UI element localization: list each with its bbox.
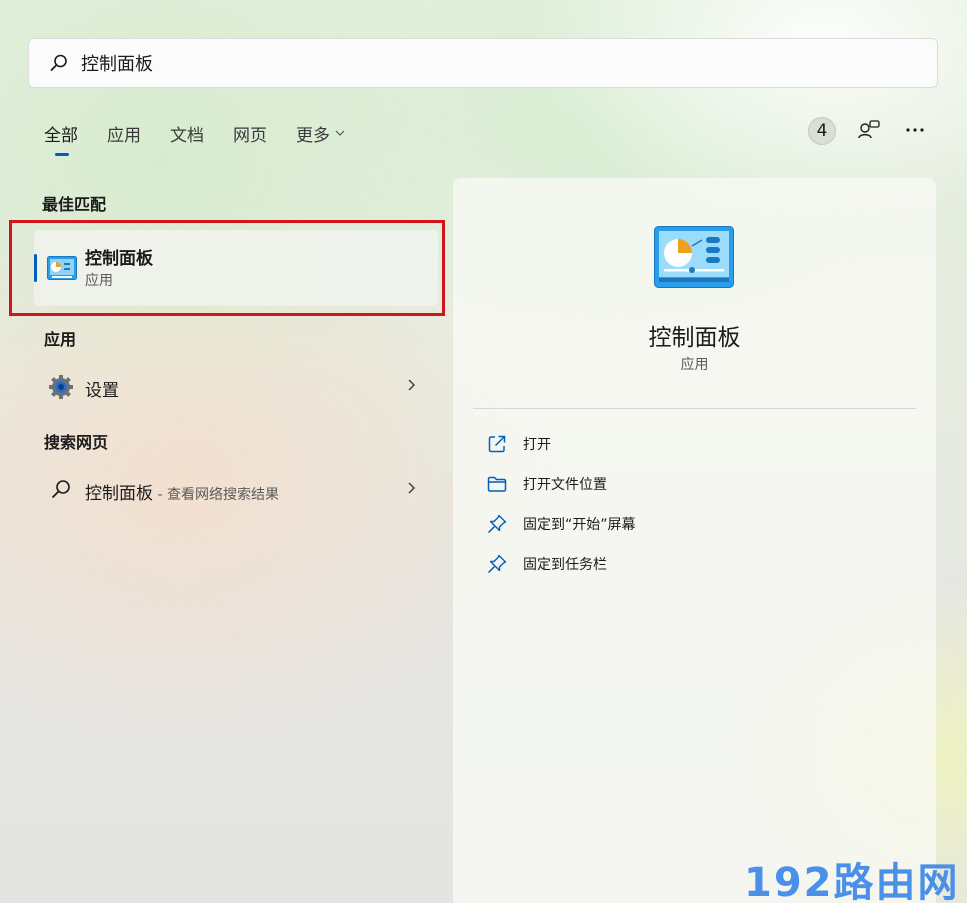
- open-file-location-action[interactable]: 打开文件位置: [486, 470, 607, 498]
- open-external-icon: [488, 435, 506, 453]
- best-match-heading: 最佳匹配: [42, 195, 107, 214]
- search-icon: [52, 480, 70, 498]
- chevron-right-icon: [408, 482, 416, 494]
- chevron-down-icon: [335, 130, 345, 136]
- web-search-query: 控制面板: [85, 484, 153, 504]
- pin-to-taskbar-label: 固定到任务栏: [523, 557, 607, 573]
- gear-icon: [49, 375, 73, 399]
- account-switch-icon[interactable]: [857, 118, 881, 142]
- pin-to-taskbar-action[interactable]: 固定到任务栏: [486, 550, 607, 578]
- best-match-result[interactable]: 控制面板 应用: [34, 230, 438, 306]
- best-match-subtitle: 应用: [85, 273, 113, 289]
- folder-icon: [487, 476, 507, 492]
- pin-to-start-label: 固定到“开始”屏幕: [523, 517, 636, 533]
- selection-indicator: [34, 254, 37, 282]
- pin-icon: [487, 514, 507, 534]
- tab-documents[interactable]: 文档: [170, 118, 204, 148]
- divider: [473, 408, 916, 409]
- detail-panel: 控制面板 应用 打开 打开文件位置 固定到“开始”屏幕 固定到任务栏: [453, 178, 936, 903]
- tab-more[interactable]: 更多: [296, 118, 346, 148]
- settings-label: 设置: [85, 381, 119, 401]
- search-icon: [50, 54, 67, 71]
- open-file-location-label: 打开文件位置: [523, 477, 607, 493]
- web-search-label: 控制面板 - 查看网络搜索结果: [85, 479, 279, 504]
- tab-web[interactable]: 网页: [233, 118, 267, 148]
- control-panel-icon: [47, 256, 77, 280]
- detail-title: 控制面板: [648, 325, 741, 351]
- pin-to-start-action[interactable]: 固定到“开始”屏幕: [486, 510, 636, 538]
- list-item-web-search[interactable]: 控制面板 - 查看网络搜索结果: [34, 469, 434, 509]
- more-options-icon[interactable]: [903, 118, 927, 142]
- open-label: 打开: [523, 437, 551, 453]
- control-panel-icon: [654, 226, 734, 288]
- rewards-count-badge[interactable]: 4: [808, 117, 836, 145]
- tab-apps[interactable]: 应用: [107, 118, 141, 148]
- search-box[interactable]: [28, 38, 938, 88]
- apps-heading: 应用: [44, 330, 77, 349]
- best-match-title: 控制面板: [85, 249, 153, 269]
- chevron-right-icon: [408, 379, 416, 391]
- watermark: 192路由网: [744, 860, 960, 903]
- pin-icon: [487, 554, 507, 574]
- list-item-settings[interactable]: 设置: [34, 366, 434, 406]
- detail-subtitle: 应用: [680, 357, 709, 373]
- search-input[interactable]: [81, 52, 901, 74]
- tab-all[interactable]: 全部: [44, 118, 78, 156]
- filter-tabs: 全部 应用 文档 网页 更多: [44, 118, 375, 158]
- web-search-hint: - 查看网络搜索结果: [153, 487, 279, 503]
- open-action[interactable]: 打开: [486, 430, 551, 458]
- web-search-heading: 搜索网页: [44, 433, 109, 452]
